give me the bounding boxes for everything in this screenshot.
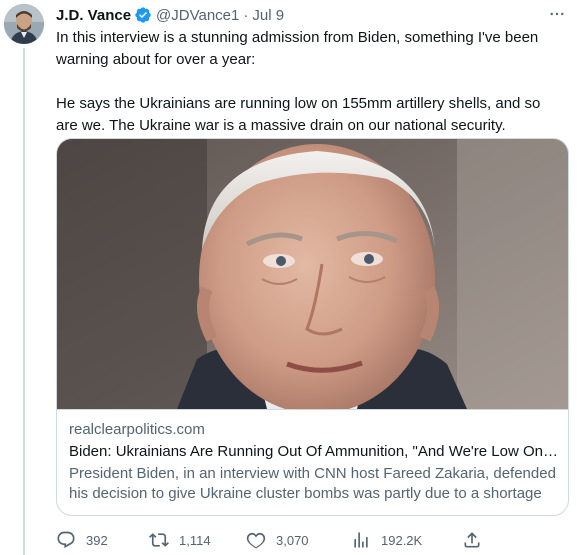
card-domain[interactable]: realclearpolitics.com [69,420,558,440]
avatar-image [4,4,44,44]
author-handle[interactable]: @JDVance1 [156,7,239,24]
like-button[interactable]: 3,070 [246,528,309,552]
reply-button[interactable]: 392 [56,528,108,552]
repost-count: 1,114 [179,532,211,548]
avatar[interactable] [4,4,44,44]
tweet-actions: 392 1,114 3,070 192.2K [56,528,496,552]
like-count: 3,070 [276,532,309,548]
view-count: 192.2K [381,532,423,548]
tweet-text-paragraph: He says the Ukrainians are running low o… [56,95,541,134]
card-meta[interactable]: realclearpolitics.com Biden: Ukrainians … [57,409,568,515]
verified-badge-icon[interactable] [134,6,152,24]
author-name[interactable]: J.D. Vance [56,7,131,24]
card-image[interactable] [57,139,568,409]
tweet-date[interactable]: Jul 9 [252,7,284,24]
link-card[interactable]: realclearpolitics.com Biden: Ukrainians … [56,138,569,516]
share-button[interactable] [462,528,482,552]
repost-button[interactable]: 1,114 [149,528,211,552]
thread-line [23,48,25,555]
views-chart-icon [354,532,368,548]
separator-dot: · [243,6,249,24]
card-description: President Biden, in an interview with CN… [69,465,556,502]
tweet[interactable]: J.D. Vance @JDVance1 · Jul 9 In this int… [0,0,579,555]
tweet-header: J.D. Vance @JDVance1 · Jul 9 [56,4,284,26]
tweet-text-paragraph: In this interview is a stunning admissio… [56,29,539,68]
more-horizontal-icon[interactable] [545,4,569,24]
card-title[interactable]: Biden: Ukrainians Are Running Out Of Amm… [69,442,558,462]
tweet-text: In this interview is a stunning admissio… [56,27,566,137]
card-photo [57,139,568,409]
reply-count: 392 [86,532,108,548]
views-button[interactable]: 192.2K [351,528,422,552]
share-icon [464,532,480,548]
heart-icon [246,532,266,549]
reply-icon [57,531,75,548]
repost-icon [149,533,169,547]
